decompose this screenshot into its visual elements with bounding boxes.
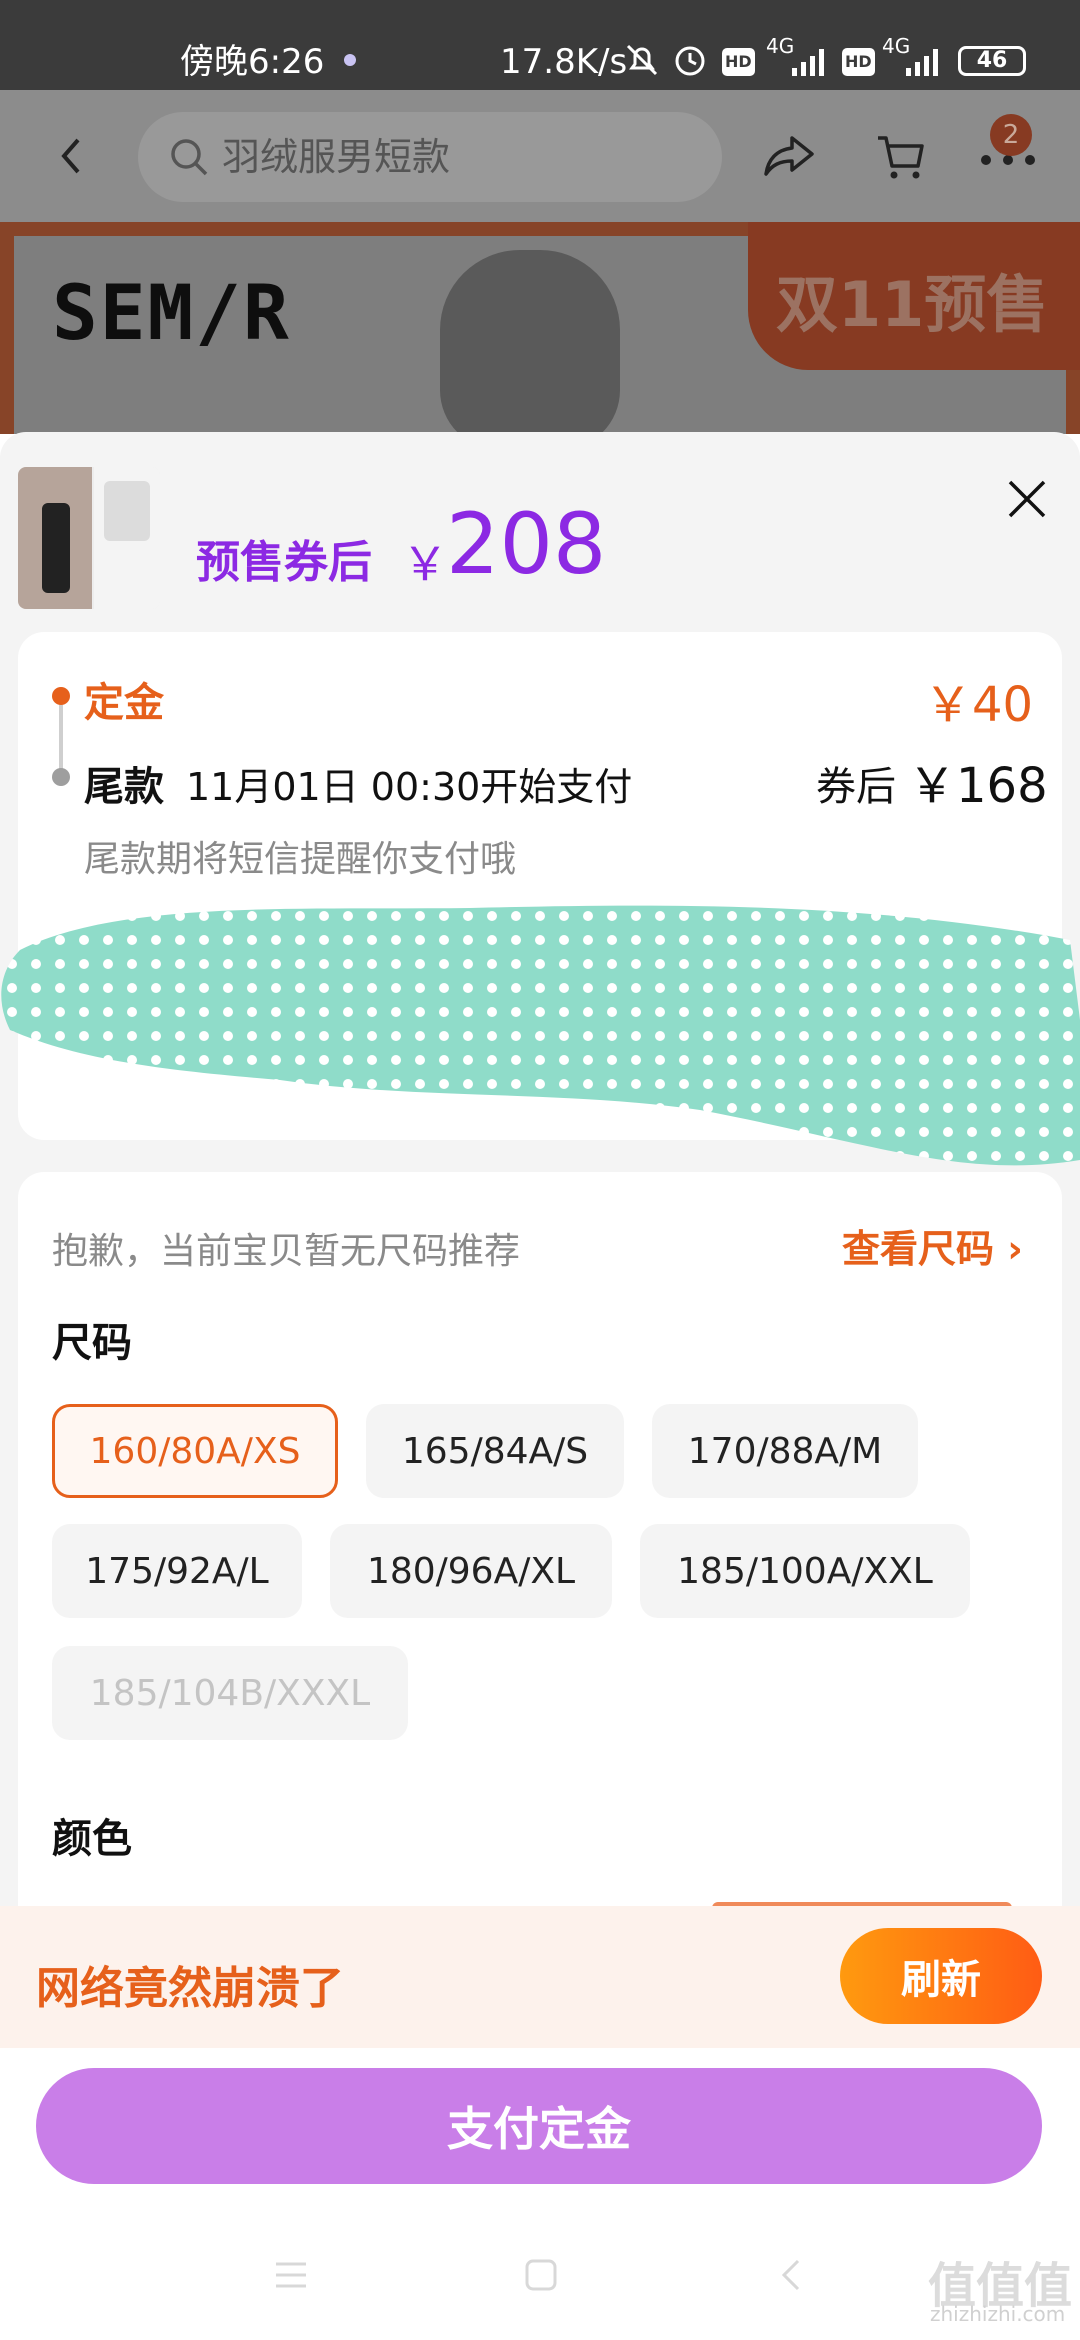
net-speed: 17.8K/s <box>500 42 628 82</box>
size-option-l[interactable]: 175/92A/L <box>52 1524 302 1618</box>
top-nav-bar: 羽绒服男短款 2 <box>0 90 1080 222</box>
step-connector <box>59 705 63 773</box>
price-currency: ￥ <box>402 537 448 591</box>
notification-dot-icon <box>344 54 356 66</box>
pay-deposit-button[interactable]: 支付定金 <box>36 2068 1042 2184</box>
search-icon <box>171 139 208 176</box>
deposit-label: 定金 <box>84 680 164 726</box>
size-option-xs[interactable]: 160/80A/XS <box>52 1404 338 1498</box>
back-arrow-icon[interactable] <box>52 134 92 178</box>
size-option-xxl[interactable]: 185/100A/XXL <box>640 1524 970 1618</box>
cart-badge: 2 <box>990 114 1032 156</box>
size-option-xxxl: 185/104B/XXXL <box>52 1646 408 1740</box>
sms-reminder-note: 尾款期将短信提醒你支付哦 <box>84 839 517 880</box>
balance-step-dot <box>52 768 70 786</box>
network-error-message: 网络竟然崩溃了 <box>36 1963 344 2014</box>
search-placeholder: 羽绒服男短款 <box>222 135 451 179</box>
size-option-m[interactable]: 170/88A/M <box>652 1404 918 1498</box>
presale-badge-text: 双11预售 <box>776 268 1049 341</box>
alarm-icon <box>675 46 705 76</box>
size-chart-link-label: 查看尺码 <box>842 1227 995 1271</box>
presale-badge: 双11预售 <box>748 222 1080 370</box>
size-section-title: 尺码 <box>52 1320 132 1366</box>
thumbnail-model <box>18 467 92 609</box>
signal-bars-icon <box>792 49 824 76</box>
brand-logo: SEM/R <box>52 268 291 357</box>
balance-label: 尾款 <box>84 764 164 810</box>
balance-row: 尾款 11月01日 00:30开始支付 <box>84 754 632 812</box>
size-option-s[interactable]: 165/84A/S <box>366 1404 624 1498</box>
after-coupon-label: 券后 <box>816 764 896 810</box>
censor-overlay <box>1 905 1080 1166</box>
price-value: 208 <box>446 495 607 593</box>
status-bar: 傍晚6:26 17.8K/s HD 4G HD 4G 46 <box>0 0 1080 90</box>
close-icon[interactable] <box>1002 474 1052 524</box>
color-section-title: 颜色 <box>52 1816 132 1862</box>
no-size-recommendation: 抱歉，当前宝贝暂无尺码推荐 <box>52 1231 521 1272</box>
balance-time: 11月01日 00:30开始支付 <box>186 765 633 809</box>
price-label: 预售券后 <box>196 537 372 588</box>
size-chart-link[interactable]: 查看尺码 › <box>842 1218 1023 1273</box>
hd-icon: HD <box>722 48 755 76</box>
battery-icon: 46 <box>958 46 1026 76</box>
deposit-step-dot <box>52 687 70 705</box>
share-icon[interactable] <box>762 132 816 180</box>
balance-amount: ￥168 <box>908 758 1048 814</box>
thumbnail-jacket <box>94 467 160 609</box>
back-icon[interactable] <box>778 2258 804 2292</box>
mute-bell-icon <box>626 44 658 76</box>
product-thumbnail[interactable] <box>18 467 160 609</box>
search-input[interactable]: 羽绒服男短款 <box>138 112 722 202</box>
watermark-url: zhizhizhi.com <box>930 2302 1066 2326</box>
system-nav-bar <box>0 2210 1080 2340</box>
signal-bars-icon-2 <box>906 49 938 76</box>
status-time: 傍晚6:26 <box>180 42 325 82</box>
cart-icon[interactable] <box>874 130 926 182</box>
home-icon[interactable] <box>524 2258 558 2292</box>
refresh-button[interactable]: 刷新 <box>840 1928 1042 2024</box>
chevron-right-icon: › <box>1007 1227 1023 1271</box>
model-photo <box>440 250 620 450</box>
size-option-xl[interactable]: 180/96A/XL <box>330 1524 612 1618</box>
hd-icon-2: HD <box>842 48 875 76</box>
deposit-amount: ￥40 <box>924 677 1034 733</box>
menu-icon[interactable] <box>274 2260 308 2290</box>
